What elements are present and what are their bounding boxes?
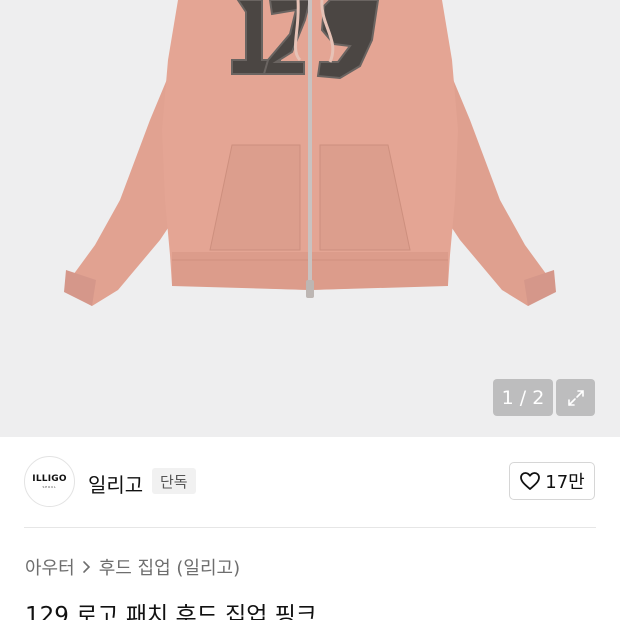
like-button[interactable]: 17만 (509, 462, 595, 500)
heart-icon (520, 472, 541, 490)
exclusive-badge: 단독 (152, 468, 196, 494)
image-counter: 1 / 2 (493, 379, 553, 416)
divider (24, 527, 596, 528)
breadcrumb-subcategory[interactable]: 후드 집업 (일리고) (99, 554, 240, 580)
brand-logo-subtext: SEOUL (42, 485, 57, 489)
brand-name-link[interactable]: 일리고 (88, 469, 143, 498)
breadcrumb-category[interactable]: 아우터 (25, 554, 75, 580)
expand-icon (567, 389, 584, 406)
chevron-right-icon (82, 561, 90, 573)
product-image-gallery[interactable]: 1 / 2 (0, 0, 620, 437)
product-title: 129 로고 패치 후드 집업 핑크 (25, 603, 318, 620)
brand-logo[interactable]: ILLIGO SEOUL (24, 456, 75, 507)
like-count: 17만 (545, 472, 585, 493)
expand-image-button[interactable] (556, 379, 595, 416)
breadcrumb: 아우터 후드 집업 (일리고) (25, 554, 240, 580)
product-photo (64, 0, 556, 306)
brand-row: ILLIGO SEOUL 일리고 단독 17만 (0, 437, 620, 527)
brand-logo-text: ILLIGO (32, 474, 67, 484)
